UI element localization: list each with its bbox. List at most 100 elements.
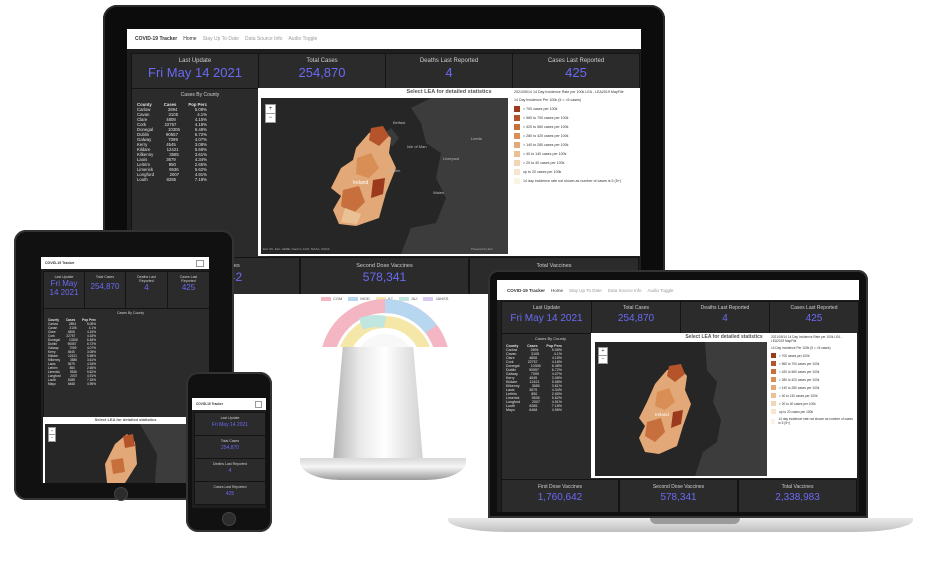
legend-label: 14 day incidence rate not shown as numbe…	[523, 179, 621, 183]
laptop-nav-source[interactable]: Data Source Info	[608, 288, 642, 293]
laptop-legend-item: > 280 to 420 cases per 100k	[771, 377, 855, 382]
place-liverpool: Liverpool	[443, 156, 459, 161]
phone-app-title[interactable]: COVID-19 Tracker	[196, 402, 223, 406]
laptop-legend-item: > 40 to 140 cases per 100k	[771, 393, 855, 398]
laptop-legend-item: > 700 cases per 100k	[771, 353, 855, 358]
legend-label: up to 20 cases per 100k	[523, 170, 562, 174]
laptop-nav-audio[interactable]: Audio Toggle	[648, 288, 674, 293]
tablet-total-cases-value: 254,870	[90, 282, 120, 291]
legend-item: > 560 to 700 cases per 100k	[514, 115, 638, 121]
laptop-legend-label: > 40 to 140 cases per 100k	[779, 393, 818, 398]
total-cases-card: Total Cases 254,870	[258, 53, 386, 89]
tablet-home-button[interactable]	[114, 487, 128, 501]
tablet-map-title: Select LEA for detailed statistics	[94, 417, 157, 422]
app-title[interactable]: COVID-19 Tracker	[135, 36, 177, 42]
phone-last-update-label: Last Update	[220, 416, 240, 420]
cases-reported-value: 425	[565, 65, 587, 80]
legend-label: > 280 to 420 cases per 100k	[523, 134, 569, 138]
second-dose-value: 578,341	[362, 270, 407, 284]
place-dublin: Dublin	[389, 168, 400, 173]
map-svg: Belfast Dublin Isle of Man Leeds Liverpo…	[263, 98, 508, 254]
phone-home-button[interactable]	[222, 512, 236, 526]
legend-item: 14 day incidence rate not shown as numbe…	[514, 178, 638, 184]
laptop-legend-label: up to 20 cases per 100k	[779, 409, 814, 414]
phone-cases-reported-label: Cases Last Reported	[213, 485, 247, 489]
tablet-zoom-out[interactable]: −	[48, 434, 56, 442]
nav-bar: COVID-19 Tracker Home Stay Up To Date Da…	[127, 29, 641, 49]
phone-cases-reported-card: Cases Last Reported 425	[194, 481, 266, 505]
second-dose-card: Second Dose Vaccines 578,341	[300, 257, 469, 295]
legend-label: > 40 to 140 cases per 100k	[523, 152, 567, 156]
laptop-total-cases-value: 254,870	[617, 313, 655, 324]
monitor-base	[300, 458, 466, 480]
phone-last-update-card: Last Update Fri May 14 2021	[194, 412, 266, 436]
laptop-legend-item: > 140 to 280 cases per 100k	[771, 385, 855, 390]
laptop-county-cell: 4.96%	[551, 408, 562, 412]
tablet-menu-icon[interactable]	[196, 260, 204, 267]
tablet-map-panel: Select LEA for detailed statistics + −	[43, 417, 208, 483]
phone-deaths-value: 4	[228, 468, 232, 474]
tablet-map-canvas[interactable]: + −	[45, 424, 188, 483]
cases-reported-label: Cases Last Reported	[547, 58, 605, 64]
nav-stay-up-to-date[interactable]: Stay Up To Date	[203, 36, 239, 42]
phone-deaths-label: Deaths Last Reported	[212, 462, 248, 466]
laptop-map-canvas[interactable]: Ireland + −	[595, 342, 767, 476]
tablet-last-update-value-1: Fri May	[50, 279, 78, 288]
laptop-zoom-out[interactable]: −	[598, 355, 608, 364]
legend-label: > 700 cases per 100k	[523, 107, 558, 111]
laptop-county-cell: 6468	[529, 408, 538, 412]
laptop-deaths-card: Deaths Last Reported 4	[680, 301, 770, 334]
laptop-legend-swatch	[771, 401, 776, 406]
laptop-legend-swatch	[771, 385, 776, 390]
legend-item: > 140 to 280 cases per 100k	[514, 142, 638, 148]
laptop-app-title[interactable]: COVID-19 Tracker	[507, 288, 545, 293]
tablet-last-update-card: Last Update Fri May 14 2021	[43, 271, 85, 309]
map-attribution: Esri UK, Esri, HERE, Garmin, FAO, NOAA, …	[263, 247, 330, 251]
laptop-cases-reported-label: Cases Last Reported	[790, 305, 838, 311]
tablet-screen: COVID-19 Tracker Last Update Fri May 14 …	[41, 257, 209, 483]
laptop-legend-item: 14 day incidence rate not shown as numbe…	[771, 417, 855, 425]
laptop-legend-item: > 420 to 560 cases per 100k	[771, 369, 855, 374]
legend-swatch	[514, 133, 520, 139]
legend-swatch	[514, 124, 520, 130]
deaths-card: Deaths Last Reported 4	[385, 53, 513, 89]
legend-swatch	[514, 151, 520, 157]
laptop-nav-stay[interactable]: Stay Up To Date	[569, 288, 602, 293]
laptop-nav-home[interactable]: Home	[551, 288, 563, 293]
laptop-legend-swatch	[771, 353, 776, 358]
phone-screen: COVID-19 Tracker Last Update Fri May 14 …	[192, 398, 266, 508]
phone-cases-reported-value: 425	[225, 491, 235, 497]
laptop-second-dose-card: Second Dose Vaccines 578,341	[619, 479, 739, 512]
laptop-notch	[650, 518, 740, 524]
legend-swatch	[514, 169, 520, 175]
total-cases-label: Total Cases	[306, 58, 338, 64]
laptop-county-title: Cases By County	[535, 336, 566, 341]
tablet-nav-bar: COVID-19 Tracker	[41, 257, 209, 269]
legend-subtitle: 14 Day Incidence Per 100k (5 = <5 cases)	[514, 98, 582, 102]
laptop-map-svg: Ireland	[639, 342, 767, 476]
laptop-legend-label: > 560 to 700 cases per 100k	[779, 361, 820, 366]
legend-swatch	[514, 115, 520, 121]
nav-home[interactable]: Home	[183, 36, 196, 42]
nav-data-source[interactable]: Data Source Info	[245, 36, 283, 42]
nav-audio-toggle[interactable]: Audio Toggle	[288, 36, 317, 42]
laptop-last-update-label: Last Update	[533, 305, 560, 311]
tablet-deaths-value: 4	[144, 283, 149, 292]
last-update-value: Fri May 14 2021	[148, 65, 242, 80]
total-cases-value: 254,870	[298, 65, 346, 80]
place-belfast: Belfast	[393, 120, 406, 125]
laptop-total-vaccines-value: 2,338,983	[775, 492, 820, 503]
laptop-place-ireland: Ireland	[655, 412, 669, 417]
legend-label: > 420 to 560 cases per 100k	[523, 125, 569, 129]
zoom-out-button[interactable]: −	[265, 113, 276, 123]
tablet-app-title[interactable]: COVID-19 Tracker	[45, 261, 75, 265]
legend-item: > 420 to 560 cases per 100k	[514, 124, 638, 130]
tablet-total-cases-label: Total Cases	[95, 275, 115, 279]
tablet-cases-reported-value: 425	[181, 283, 196, 292]
laptop-total-vaccines-label: Total Vaccines	[781, 484, 814, 490]
map-canvas[interactable]: Belfast Dublin Isle of Man Leeds Liverpo…	[261, 98, 508, 254]
laptop-second-dose-value: 578,341	[660, 492, 697, 503]
phone-total-cases-value: 254,870	[220, 445, 240, 451]
phone-deaths-card: Deaths Last Reported 4	[194, 458, 266, 482]
phone-menu-icon[interactable]	[255, 401, 262, 408]
